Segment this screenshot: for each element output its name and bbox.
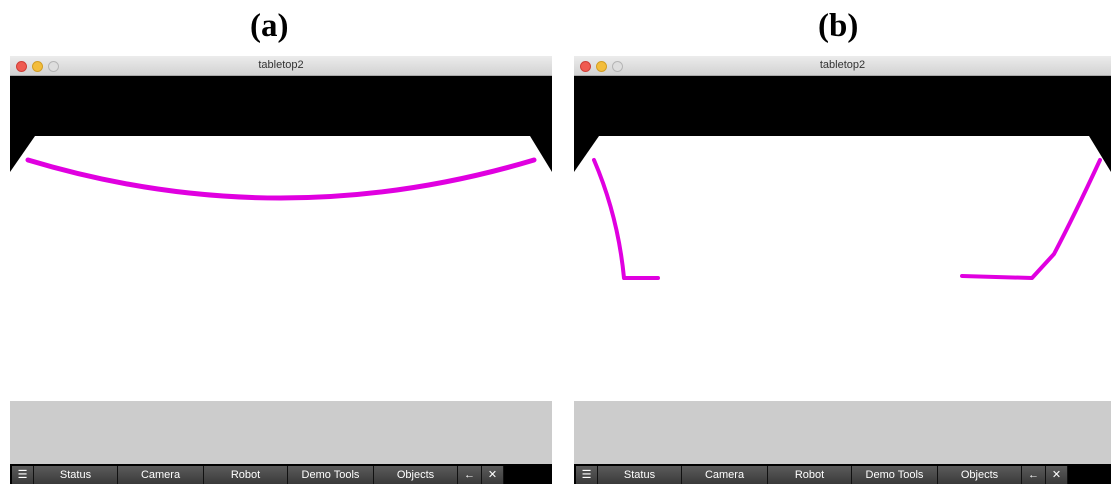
scene-render — [10, 76, 552, 484]
robot-button[interactable]: Robot — [204, 466, 288, 484]
menu-list-icon[interactable]: ☰ — [576, 466, 598, 484]
app-window-a: tabletop2 ☰ Status Camera Robot Demo Too… — [10, 56, 552, 484]
3d-viewport[interactable] — [574, 76, 1111, 484]
demo-tools-button[interactable]: Demo Tools — [288, 466, 374, 484]
title-bar[interactable]: tabletop2 — [574, 56, 1111, 76]
title-bar[interactable]: tabletop2 — [10, 56, 552, 76]
floor-area — [10, 401, 552, 464]
status-button[interactable]: Status — [34, 466, 118, 484]
app-window-b: tabletop2 ☰ Status Camera Robot Demo Too… — [574, 56, 1111, 484]
arrow-left-icon[interactable]: ← — [1022, 466, 1046, 484]
robot-button[interactable]: Robot — [768, 466, 852, 484]
panel-label-a: (a) — [250, 8, 289, 44]
status-button[interactable]: Status — [598, 466, 682, 484]
window-title: tabletop2 — [819, 59, 866, 71]
objects-button[interactable]: Objects — [374, 466, 458, 484]
bottom-toolbar: ☰ Status Camera Robot Demo Tools Objects… — [10, 464, 552, 484]
floor-area — [574, 401, 1111, 464]
arrow-left-icon[interactable]: ← — [458, 466, 482, 484]
demo-tools-button[interactable]: Demo Tools — [852, 466, 938, 484]
3d-viewport[interactable] — [10, 76, 552, 484]
menu-list-icon[interactable]: ☰ — [12, 466, 34, 484]
window-title: tabletop2 — [258, 59, 304, 71]
close-icon[interactable]: ✕ — [482, 466, 504, 484]
tabletop-surface — [574, 136, 1111, 401]
panel-label-b: (b) — [818, 8, 859, 44]
close-icon[interactable]: ✕ — [1046, 466, 1068, 484]
camera-button[interactable]: Camera — [118, 466, 204, 484]
bottom-toolbar: ☰ Status Camera Robot Demo Tools Objects… — [574, 464, 1111, 484]
scene-render — [574, 76, 1111, 484]
objects-button[interactable]: Objects — [938, 466, 1022, 484]
camera-button[interactable]: Camera — [682, 466, 768, 484]
